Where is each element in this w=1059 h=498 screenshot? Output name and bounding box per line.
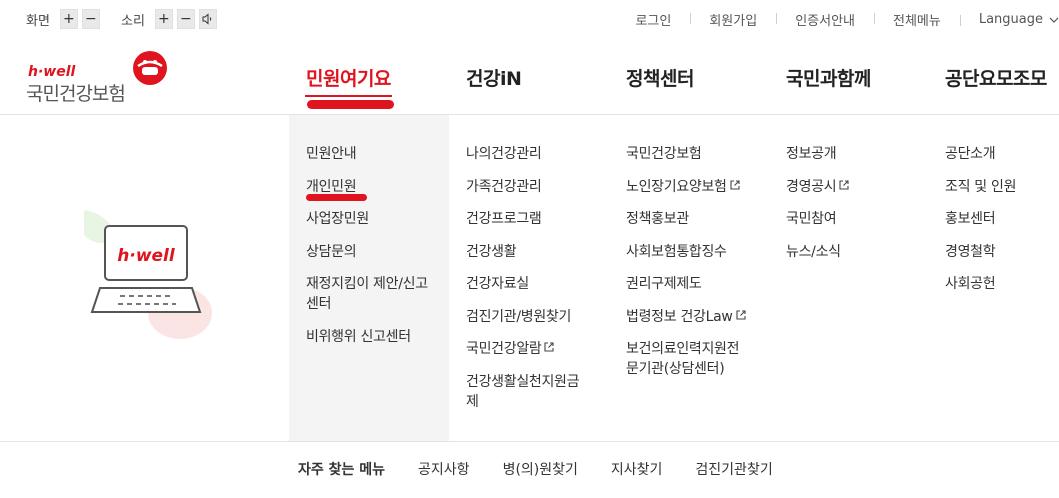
menu-item-civil-guide[interactable]: 민원안내: [306, 144, 428, 164]
menu-item-rights-relief[interactable]: 권리구제제도: [626, 274, 747, 294]
signup-link[interactable]: 회원가입: [690, 10, 776, 29]
sound-up-button[interactable]: +: [154, 9, 173, 29]
full-menu-link[interactable]: 전체메뉴: [874, 10, 960, 29]
menu-item-health-workforce-line2: 문기관(상담센터): [626, 361, 725, 377]
menu-item-nhis[interactable]: 국민건강보험: [626, 144, 747, 164]
sound-down-button[interactable]: −: [176, 9, 195, 29]
menu-column-corporation: 공단소개 조직 및 인원 홍보센터 경영철학 사회공헌: [945, 144, 1017, 307]
menu-item-management-disclosure-label: 경영공시: [786, 178, 837, 195]
gnb-health-in[interactable]: 건강iN: [466, 64, 522, 91]
menu-item-hospital-finder[interactable]: 검진기관/병원찾기: [466, 307, 579, 327]
speaker-button[interactable]: [198, 9, 217, 29]
menu-item-misconduct-report[interactable]: 비위행위 신고센터: [306, 327, 428, 347]
chevron-down-icon: [1049, 17, 1059, 23]
menu-item-health-life[interactable]: 건강생활: [466, 242, 579, 262]
menu-item-health-workforce-line1: 보건의료인력지원전: [626, 341, 740, 357]
external-link-icon: [839, 179, 849, 190]
menu-item-health-workforce[interactable]: 보건의료인력지원전 문기관(상담센터): [626, 339, 747, 379]
menu-item-management-disclosure[interactable]: 경영공시: [786, 177, 850, 197]
menu-item-integrated-collection[interactable]: 사회보험통합징수: [626, 242, 747, 262]
menu-item-news[interactable]: 뉴스/소식: [786, 242, 850, 262]
active-menu-highlight: [307, 100, 394, 109]
gnb-corporation[interactable]: 공단요모조모: [945, 64, 1047, 91]
gnb-policy-center[interactable]: 정책센터: [626, 64, 694, 91]
menu-item-finance-report[interactable]: 재정지킴이 제안/신고 센터: [306, 274, 428, 314]
quick-menu: 자주 찾는 메뉴 공지사항 병(의)원찾기 지사찾기 검진기관찾기: [298, 459, 806, 479]
certificate-info-link[interactable]: 인증서안내: [776, 10, 874, 29]
selected-item-highlight: [306, 193, 367, 201]
menu-column-civil: 민원안내 개인민원 사업장민원 상담문의 재정지킴이 제안/신고 센터 비위행위…: [306, 144, 428, 359]
sound-control: 소리 + −: [121, 9, 217, 29]
quick-branch-finder-link[interactable]: 지사찾기: [611, 459, 663, 479]
menu-item-health-alarm-label: 국민건강알람: [466, 341, 542, 357]
menu-item-my-health[interactable]: 나의건강관리: [466, 144, 579, 164]
menu-item-policy-pr[interactable]: 정책홍보관: [626, 209, 747, 229]
menu-item-social-contribution[interactable]: 사회공헌: [945, 274, 1016, 294]
menu-item-long-term-care-label: 노인장기요양보험: [626, 178, 727, 195]
hwell-laptop-illustration: h·well: [84, 210, 212, 339]
menu-item-finance-report-line1: 재정지킴이 제안/신고: [306, 276, 428, 292]
speaker-icon: [202, 13, 212, 25]
utility-bar: 화면 + − 소리 + − 로그인 회원가입 인증서안내 전체메뉴 Langua…: [0, 0, 1059, 40]
menu-item-health-program[interactable]: 건강프로그램: [466, 209, 579, 229]
global-nav: 민원여기요 건강iN 정책센터 국민과함께 공단요모조모: [0, 58, 1059, 98]
illustration-text: h·well: [117, 246, 176, 266]
screen-zoom-in-button[interactable]: +: [59, 9, 78, 29]
menu-item-family-health[interactable]: 가족건강관리: [466, 177, 579, 197]
external-link-icon: [730, 179, 740, 190]
menu-item-personal-civil-label: 개인민원: [306, 178, 357, 195]
external-link-icon: [736, 309, 746, 320]
quick-notice-link[interactable]: 공지사항: [418, 459, 470, 479]
screen-zoom-out-button[interactable]: −: [81, 9, 100, 29]
screen-zoom-control: 화면 + −: [26, 9, 100, 29]
login-link[interactable]: 로그인: [616, 10, 690, 29]
menu-item-health-alarm[interactable]: 국민건강알람: [466, 339, 579, 359]
utility-links: 로그인 회원가입 인증서안내 전체메뉴 Language: [616, 10, 1059, 29]
quick-menu-title: 자주 찾는 메뉴: [298, 462, 386, 478]
quick-hospital-finder-link[interactable]: 병(의)원찾기: [503, 459, 578, 479]
menu-item-business-civil[interactable]: 사업장민원: [306, 209, 428, 229]
quick-checkup-finder-link[interactable]: 검진기관찾기: [695, 459, 772, 479]
menu-item-consultation[interactable]: 상담문의: [306, 242, 428, 262]
gnb-civil-service[interactable]: 민원여기요: [305, 64, 392, 97]
menu-item-participation[interactable]: 국민참여: [786, 209, 850, 229]
gnb-with-people[interactable]: 국민과함께: [786, 64, 871, 91]
language-label: Language: [978, 12, 1043, 27]
menu-item-health-subsidy[interactable]: 건강생활실천지원금 제: [466, 372, 580, 412]
menu-column-policy: 국민건강보험 노인장기요양보험 정책홍보관 사회보험통합징수 권리구제제도 법령…: [626, 144, 747, 392]
menu-item-info-disclosure[interactable]: 정보공개: [786, 144, 850, 164]
sound-label: 소리: [121, 13, 145, 29]
menu-item-health-subsidy-line1: 건강생활실천지원금: [466, 373, 580, 390]
menu-item-finance-report-line2: 센터: [306, 296, 332, 312]
menu-item-organization[interactable]: 조직 및 인원: [945, 177, 1017, 197]
screen-label: 화면: [26, 13, 50, 29]
mega-menu: h·well 민원안내 개인민원 사업장민원 상담문의 재정지킴이 제안/신고 …: [0, 115, 1059, 441]
menu-item-about[interactable]: 공단소개: [945, 144, 1016, 164]
menu-item-law-info[interactable]: 법령정보 건강Law: [626, 307, 747, 327]
language-selector[interactable]: Language: [959, 12, 1059, 27]
menu-item-long-term-care[interactable]: 노인장기요양보험: [626, 177, 747, 197]
external-link-icon: [544, 342, 555, 352]
menu-item-law-info-label: 법령정보 건강Law: [626, 308, 733, 325]
menu-item-philosophy[interactable]: 경영철학: [945, 242, 1016, 262]
menu-column-health: 나의건강관리 가족건강관리 건강프로그램 건강생활 건강자료실 검진기관/병원찾…: [466, 144, 580, 424]
menu-item-health-materials[interactable]: 건강자료실: [466, 274, 579, 294]
footer-divider: [0, 441, 1059, 442]
menu-item-health-subsidy-line2: 제: [466, 393, 479, 410]
menu-column-people: 정보공개 경영공시 국민참여 뉴스/소식: [786, 144, 850, 274]
menu-item-personal-civil[interactable]: 개인민원: [306, 177, 428, 201]
menu-item-pr-center[interactable]: 홍보센터: [945, 209, 1016, 229]
